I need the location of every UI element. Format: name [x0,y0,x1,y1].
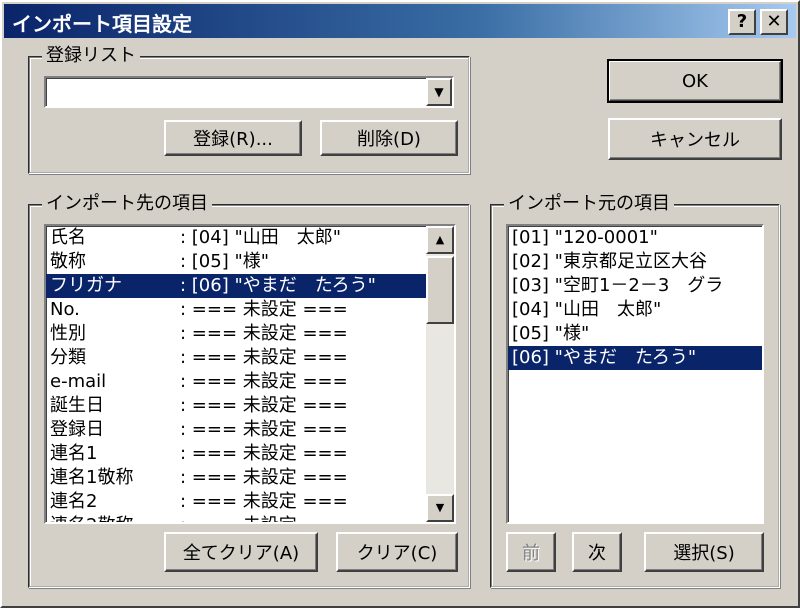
help-button[interactable]: ? [728,9,756,35]
chevron-down-icon[interactable]: ▼ [426,78,452,106]
register-list-label: 登録リスト [42,44,140,68]
ok-button[interactable]: OK [607,59,783,103]
destination-list: 氏名 : [04] "山田 太郎" 敬称 : [05] "様" フリガナ : [06] "… [46,226,428,522]
scroll-down-icon[interactable]: ▼ [426,494,454,522]
source-listbox[interactable]: [01] "120-0001" [02] "東京都足立区大谷 [03] "空町1－2… [506,224,764,524]
field-value: : === 未設定 === [180,419,348,440]
list-item[interactable]: 分類 : === 未設定 === [46,346,428,370]
delete-button[interactable]: 削除(D) [320,120,458,156]
scroll-thumb[interactable] [426,256,454,324]
field-value: : === 未設定 === [180,467,348,488]
list-item[interactable]: [02] "東京都足立区大谷 [508,250,762,274]
list-item[interactable]: 敬称 : [05] "様" [46,250,428,274]
list-item[interactable]: 誕生日 : === 未設定 === [46,394,428,418]
destination-scrollbar[interactable]: ▲ ▼ [426,226,454,522]
field-value: : === 未設定 === [180,371,348,392]
field-name: e-mail [50,371,107,392]
list-item[interactable]: [01] "120-0001" [508,226,762,250]
list-item[interactable]: [06] "やまだ たろう" [508,346,762,370]
field-name: No. [50,299,80,320]
field-name: フリガナ [50,275,122,296]
field-name: 連名2敬称 [50,514,180,522]
list-item[interactable]: 連名2敬称: === 未設定 === [46,514,428,522]
previous-button[interactable]: 前 [506,532,556,572]
import-source-label: インポート元の項目 [504,192,674,216]
field-value: : === 未設定 === [180,323,348,344]
source-list: [01] "120-0001" [02] "東京都足立区大谷 [03] "空町1－2… [508,226,762,370]
field-name: 連名1 [50,443,98,464]
list-item[interactable]: フリガナ : [06] "やまだ たろう" [46,274,428,298]
field-value: : === 未設定 === [180,515,348,522]
title-bar[interactable]: インポート項目設定 ? ✕ [4,4,796,38]
field-name: 性別 [50,323,86,344]
list-item[interactable]: 連名1敬称 : === 未設定 === [46,466,428,490]
register-list-group: 登録リスト ▼ 登録(R)... 削除(D) [28,44,470,174]
field-name: 連名1敬称 [50,467,134,488]
import-source-group: インポート元の項目 [01] "120-0001" [02] "東京都足立区大谷[… [490,192,780,588]
field-name: 誕生日 [50,395,104,416]
field-value: : === 未設定 === [180,491,348,512]
list-item[interactable]: [04] "山田 太郎" [508,298,762,322]
list-item[interactable]: 氏名 : [04] "山田 太郎" [46,226,428,250]
field-value: : [05] "様" [180,251,270,272]
field-name: 連名2 [50,491,98,512]
list-item[interactable]: 性別 : === 未設定 === [46,322,428,346]
destination-listbox[interactable]: 氏名 : [04] "山田 太郎" 敬称 : [05] "様" フリガナ : [06] "… [44,224,456,524]
field-value: : [06] "やまだ たろう" [180,275,376,296]
field-name: 登録日 [50,419,104,440]
field-name: 敬称 [50,251,86,272]
import-destination-group: インポート先の項目 氏名: [04] "山田 太郎" 敬称: [05] "様" フリ… [28,192,470,588]
help-icon: ? [736,11,748,32]
list-item[interactable]: 連名1 : === 未設定 === [46,442,428,466]
field-name: 分類 [50,347,86,368]
next-button[interactable]: 次 [572,532,622,572]
list-item[interactable]: [05] "様" [508,322,762,346]
close-button[interactable]: ✕ [760,9,788,35]
field-value: : === 未設定 === [180,395,348,416]
register-button[interactable]: 登録(R)... [164,120,302,156]
register-list-combo[interactable]: ▼ [44,76,454,108]
import-settings-dialog: インポート項目設定 ? ✕ 登録リスト ▼ 登録(R)... 削除(D) OK … [0,0,800,608]
scroll-up-icon[interactable]: ▲ [426,226,454,254]
field-value: : === 未設定 === [180,443,348,464]
list-item[interactable]: e-mail : === 未設定 === [46,370,428,394]
window-title: インポート項目設定 [12,12,192,36]
clear-button[interactable]: クリア(C) [336,532,458,572]
import-destination-label: インポート先の項目 [42,192,212,216]
field-name: 氏名 [50,227,86,248]
select-button[interactable]: 選択(S) [644,532,764,572]
list-item[interactable]: 登録日 : === 未設定 === [46,418,428,442]
list-item[interactable]: 連名2 : === 未設定 === [46,490,428,514]
list-item[interactable]: No. : === 未設定 === [46,298,428,322]
field-value: : === 未設定 === [180,299,348,320]
clear-all-button[interactable]: 全てクリア(A) [164,532,318,572]
field-value: : [04] "山田 太郎" [180,227,342,248]
cancel-button[interactable]: キャンセル [608,118,782,160]
close-icon: ✕ [766,11,782,32]
field-value: : === 未設定 === [180,347,348,368]
list-item[interactable]: [03] "空町1－2－3 グラ [508,274,762,298]
